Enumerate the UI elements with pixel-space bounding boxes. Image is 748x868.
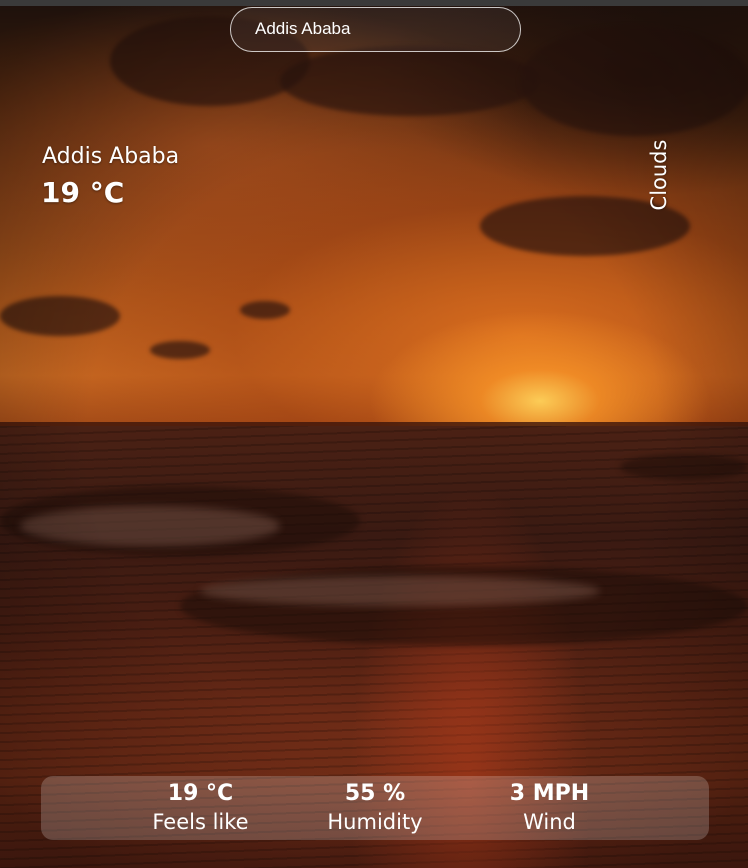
search-input[interactable] (231, 8, 520, 51)
feels-like-value: 19 °C (167, 781, 234, 806)
browser-top-strip (0, 0, 748, 6)
search-box[interactable] (230, 7, 521, 52)
wind-value: 3 MPH (509, 781, 590, 806)
current-temperature: 19 °C (41, 176, 125, 209)
wind-label: Wind (523, 810, 576, 834)
wind-stat: 3 MPH Wind (475, 780, 625, 836)
background-image (0, 6, 748, 868)
feels-like-stat: 19 °C Feels like (126, 780, 276, 836)
humidity-value: 55 % (344, 781, 406, 806)
weather-description: Clouds (647, 139, 671, 211)
humidity-stat: 55 % Humidity (300, 780, 450, 836)
vignette (0, 6, 748, 868)
weather-details-card: 19 °C Feels like 55 % Humidity 3 MPH Win… (41, 776, 709, 840)
location-name: Addis Ababa (42, 144, 180, 169)
weather-app: Addis Ababa 19 °C Clouds 19 °C Feels lik… (0, 0, 748, 868)
humidity-label: Humidity (327, 810, 423, 834)
feels-like-label: Feels like (152, 810, 249, 834)
